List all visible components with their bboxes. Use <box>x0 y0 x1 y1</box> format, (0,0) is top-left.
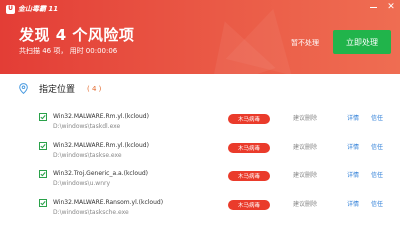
threat-type-badge: 木马病毒 <box>228 200 270 210</box>
risk-row: Win32.MALWARE.Rm.yl.(kcloud) D:\windows\… <box>0 140 400 170</box>
threat-name: Win32.Troj.Generic_a.a.(kcloud) <box>53 170 149 177</box>
trust-link[interactable]: 信任 <box>371 199 383 208</box>
minimize-icon[interactable] <box>368 2 378 12</box>
logo-icon: U <box>6 4 15 14</box>
trust-link[interactable]: 信任 <box>371 113 383 122</box>
window-controls: ✕ <box>368 2 396 12</box>
suggestion-text: 建议删除 <box>293 172 318 179</box>
trust-link[interactable]: 信任 <box>371 142 383 151</box>
file-path: D:\windows\u.wnry <box>53 180 111 187</box>
page-title: 发现 4 个风险项 <box>19 26 135 44</box>
threat-type-badge: 木马病毒 <box>228 171 270 181</box>
threat-name: Win32.MALWARE.Ransom.yl.(kcloud) <box>53 199 164 206</box>
detail-link[interactable]: 详情 <box>347 170 359 179</box>
ignore-button[interactable]: 暂不处理 <box>291 38 319 48</box>
row-checkbox[interactable] <box>39 113 47 121</box>
detail-link[interactable]: 详情 <box>347 142 359 151</box>
trust-link[interactable]: 信任 <box>371 170 383 179</box>
threat-type-badge: 木马病毒 <box>228 143 270 153</box>
section-count: ( 4 ) <box>87 84 102 93</box>
file-path: D:\windows\tasksche.exe <box>53 209 129 216</box>
file-path: D:\windows\taskse.exe <box>53 152 122 159</box>
threat-name: Win32.MALWARE.Rm.yl.(kcloud) <box>53 142 149 149</box>
suggestion-text: 建议删除 <box>293 144 318 151</box>
result-header: U 金山毒霸 11 ✕ 发现 4 个风险项 共扫描 46 项， 用时 00:00… <box>0 0 400 74</box>
threat-name: Win32.MALWARE.Rm.yl.(kcloud) <box>53 113 149 120</box>
risk-row: Win32.MALWARE.Rm.yl.(kcloud) D:\windows\… <box>0 111 400 141</box>
row-checkbox[interactable] <box>39 142 47 150</box>
scan-summary: 共扫描 46 项， 用时 00:00:06 <box>19 47 118 55</box>
suggestion-text: 建议删除 <box>293 115 318 122</box>
app-name: 金山毒霸 11 <box>18 5 59 13</box>
app-logo: U 金山毒霸 11 <box>6 3 58 15</box>
section-header: 指定位置 ( 4 ) <box>18 82 101 95</box>
file-path: D:\windows\taskdl.exe <box>53 123 121 130</box>
section-title: 指定位置 <box>39 85 76 95</box>
fix-now-button[interactable]: 立即处理 <box>333 30 391 54</box>
threat-type-badge: 木马病毒 <box>228 114 270 124</box>
scan-result-window: U 金山毒霸 11 ✕ 发现 4 个风险项 共扫描 46 项， 用时 00:00… <box>0 0 400 248</box>
location-pin-icon <box>18 83 28 94</box>
risk-row: Win32.Troj.Generic_a.a.(kcloud) D:\windo… <box>0 168 400 198</box>
suggestion-text: 建议删除 <box>293 201 318 208</box>
detail-link[interactable]: 详情 <box>347 199 359 208</box>
detail-link[interactable]: 详情 <box>347 113 359 122</box>
risk-row: Win32.MALWARE.Ransom.yl.(kcloud) D:\wind… <box>0 197 400 227</box>
close-icon[interactable]: ✕ <box>386 2 396 12</box>
row-checkbox[interactable] <box>39 199 47 207</box>
row-checkbox[interactable] <box>39 170 47 178</box>
